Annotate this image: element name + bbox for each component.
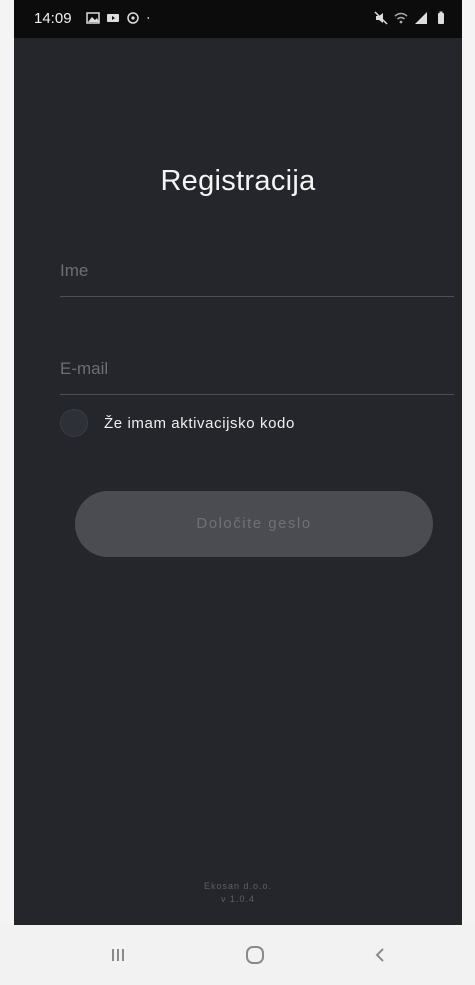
activation-code-option[interactable]: Že imam aktivacijsko kodo: [60, 405, 295, 441]
mute-icon: [374, 11, 388, 25]
gallery-icon: [86, 12, 100, 24]
status-bar: 14:09: [14, 0, 462, 38]
activation-code-label: Že imam aktivacijsko kodo: [104, 414, 295, 432]
navigation-bar: [0, 925, 475, 985]
status-time: 14:09: [34, 10, 72, 27]
email-input[interactable]: [60, 344, 454, 394]
vpn-icon: [127, 12, 139, 24]
dot-icon: [147, 17, 150, 19]
name-field[interactable]: [60, 246, 454, 297]
set-password-button[interactable]: Določite geslo: [75, 491, 433, 557]
app-version: v 1.0.4: [220, 894, 256, 904]
email-field[interactable]: [60, 344, 454, 395]
name-input[interactable]: [60, 246, 454, 296]
screen-edge-right: [462, 0, 475, 925]
status-left-icons: [86, 11, 154, 25]
home-button[interactable]: [230, 939, 280, 971]
page-title: Registracija: [160, 165, 316, 197]
signal-icon: [415, 12, 427, 24]
recents-button[interactable]: [93, 939, 143, 971]
company-name: Ekosan d.o.o.: [203, 881, 273, 891]
status-right-icons: [374, 11, 448, 25]
wifi-icon: [394, 12, 408, 24]
battery-icon: [438, 11, 444, 24]
video-icon: [107, 14, 119, 22]
recents-icon: [112, 949, 124, 961]
app-screen: 14:09 Registracija Že imam aktivacijsko …: [14, 0, 462, 925]
back-icon: [375, 948, 384, 962]
home-icon: [246, 946, 264, 964]
activation-code-radio[interactable]: [60, 409, 88, 437]
app-footer: Ekosan d.o.o. v 1.0.4: [14, 880, 462, 906]
screen-edge-left: [0, 0, 14, 925]
back-button[interactable]: [355, 939, 405, 971]
